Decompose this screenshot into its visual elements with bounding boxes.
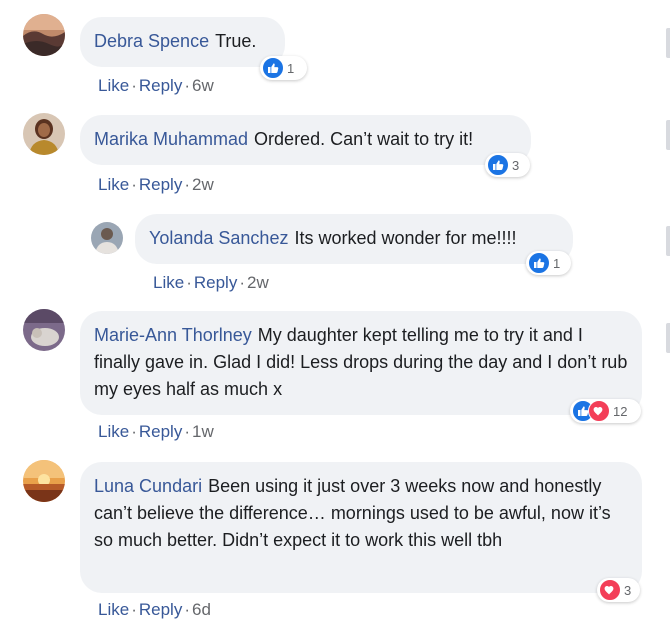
separator: · <box>184 600 190 619</box>
comment-timestamp[interactable]: 6w <box>192 76 214 95</box>
comment-bubble: Marika Muhammad Ordered. Can’t wait to tr… <box>80 115 531 165</box>
comment-bubble: Luna Cundari Been using it just over 3 we… <box>80 462 642 593</box>
reply-link[interactable]: Reply <box>194 273 237 292</box>
like-reaction-icon <box>262 57 284 79</box>
like-link[interactable]: Like <box>153 273 184 292</box>
reaction-count: 12 <box>613 403 628 419</box>
comment-timestamp[interactable]: 6d <box>192 600 211 619</box>
comment-actions: Like · Reply · 6d <box>98 600 211 620</box>
reaction-summary[interactable]: 3 <box>597 578 640 602</box>
comment-text: Its worked wonder for me!!!! <box>294 228 517 248</box>
edge-indicator <box>666 120 670 150</box>
like-link[interactable]: Like <box>98 76 129 95</box>
like-link[interactable]: Like <box>98 175 129 194</box>
comment-bubble: Debra Spence True. <box>80 17 285 67</box>
love-reaction-icon <box>588 400 610 422</box>
comment-bubble: Marie-Ann Thorlney My daughter kept telli… <box>80 311 642 415</box>
reply-link[interactable]: Reply <box>139 76 182 95</box>
comment-actions: Like · Reply · 1w <box>98 422 214 442</box>
edge-indicator <box>666 28 670 58</box>
reply-link[interactable]: Reply <box>139 422 182 441</box>
separator: · <box>239 273 245 292</box>
comment-bubble: Yolanda Sanchez Its worked wonder for me!… <box>135 214 573 264</box>
separator: · <box>131 175 137 194</box>
comment-timestamp[interactable]: 2w <box>192 175 214 194</box>
like-reaction-icon <box>487 154 509 176</box>
edge-indicator <box>666 226 670 256</box>
comment-actions: Like · Reply · 6w <box>98 76 214 96</box>
comment-timestamp[interactable]: 2w <box>247 273 269 292</box>
avatar[interactable] <box>23 460 65 502</box>
separator: · <box>131 76 137 95</box>
avatar[interactable] <box>23 14 65 56</box>
separator: · <box>184 422 190 441</box>
separator: · <box>131 422 137 441</box>
reaction-summary[interactable]: 3 <box>485 153 530 177</box>
separator: · <box>131 600 137 619</box>
sunset-beach-avatar-icon <box>23 460 65 502</box>
avatar[interactable] <box>91 222 123 254</box>
comment-author[interactable]: Debra Spence <box>94 31 209 51</box>
cat-avatar-icon <box>23 309 65 351</box>
comment-actions: Like · Reply · 2w <box>98 175 214 195</box>
sunset-hills-avatar-icon <box>23 14 65 56</box>
reaction-count: 1 <box>553 255 561 271</box>
separator: · <box>184 76 190 95</box>
comment-author[interactable]: Marika Muhammad <box>94 129 248 149</box>
reaction-summary[interactable]: 12 <box>570 399 641 423</box>
separator: · <box>186 273 192 292</box>
avatar[interactable] <box>23 113 65 155</box>
comment-author[interactable]: Luna Cundari <box>94 476 202 496</box>
like-link[interactable]: Like <box>98 422 129 441</box>
reaction-summary[interactable]: 1 <box>260 56 307 80</box>
reaction-summary[interactable]: 1 <box>526 251 571 275</box>
comment-author[interactable]: Marie-Ann Thorlney <box>94 325 252 345</box>
comment-text: Ordered. Can’t wait to try it! <box>254 129 474 149</box>
reply-link[interactable]: Reply <box>139 175 182 194</box>
comment-author[interactable]: Yolanda Sanchez <box>149 228 288 248</box>
portrait-avatar-icon <box>23 113 65 155</box>
reaction-count: 1 <box>287 60 295 76</box>
person-avatar-icon <box>91 222 123 254</box>
love-reaction-icon <box>599 579 621 601</box>
comment-text: True. <box>215 31 257 51</box>
avatar[interactable] <box>23 309 65 351</box>
separator: · <box>184 175 190 194</box>
comment-timestamp[interactable]: 1w <box>192 422 214 441</box>
reaction-count: 3 <box>512 157 520 173</box>
edge-indicator <box>666 323 670 353</box>
reaction-count: 3 <box>624 582 632 598</box>
comment-actions: Like · Reply · 2w <box>153 273 269 293</box>
like-reaction-icon <box>528 252 550 274</box>
like-link[interactable]: Like <box>98 600 129 619</box>
reply-link[interactable]: Reply <box>139 600 182 619</box>
